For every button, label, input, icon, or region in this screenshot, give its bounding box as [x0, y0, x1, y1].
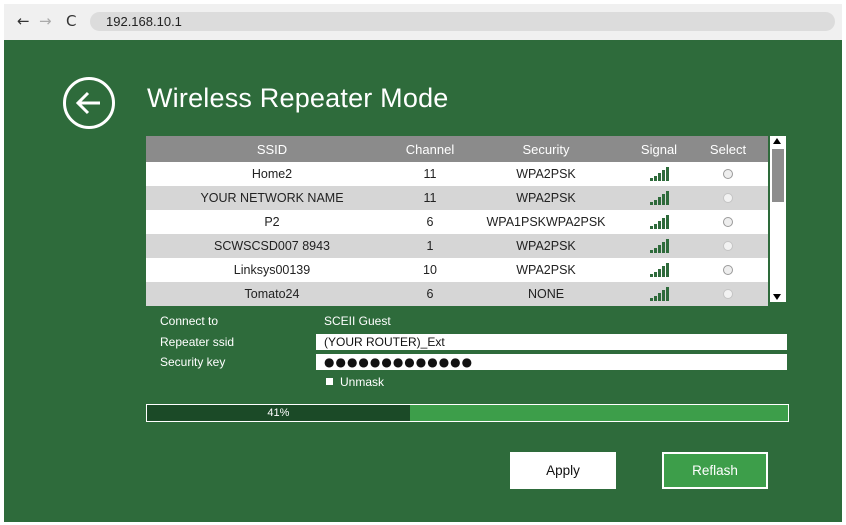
header-channel: Channel: [405, 141, 455, 157]
header-select: Select: [709, 141, 747, 157]
scroll-thumb[interactable]: [772, 149, 784, 202]
row-security: WPA2PSK: [516, 263, 576, 277]
table-scrollbar[interactable]: [770, 136, 786, 302]
signal-icon: [630, 258, 688, 282]
table-row[interactable]: Tomato24 6 NONE: [146, 282, 768, 306]
row-security: WPA2PSK: [516, 239, 576, 253]
progress-label: 41%: [267, 407, 290, 419]
row-channel: 10: [423, 263, 437, 277]
row-security: WPA2PSK: [516, 167, 576, 181]
table-row[interactable]: P2 6 WPA1PSKWPA2PSK: [146, 210, 768, 234]
row-security: WPA2PSK: [516, 191, 576, 205]
row-channel: 6: [426, 287, 434, 301]
row-ssid: YOUR NETWORK NAME: [200, 191, 344, 205]
url-text: 192.168.10.1: [106, 14, 182, 29]
signal-icon: [630, 210, 688, 234]
header-security: Security: [522, 141, 570, 157]
security-key-input[interactable]: ●●●●●●●●●●●●●: [316, 354, 787, 370]
row-ssid: P2: [264, 215, 280, 229]
reload-icon[interactable]: C: [66, 12, 76, 30]
forward-arrow-icon[interactable]: →: [39, 12, 52, 30]
signal-icon: [630, 282, 688, 306]
page-title: Wireless Repeater Mode: [147, 83, 449, 113]
circle-arrow-left-icon: [75, 91, 100, 115]
security-key-label: Security key: [160, 355, 226, 369]
browser-toolbar: ← → C 192.168.10.1: [4, 4, 842, 40]
select-radio[interactable]: [688, 234, 768, 258]
select-radio[interactable]: [688, 162, 768, 186]
scroll-up-icon[interactable]: [773, 138, 781, 144]
back-arrow-icon[interactable]: ←: [17, 12, 30, 30]
connect-to-label: Connect to: [160, 314, 219, 328]
signal-icon: [630, 186, 688, 210]
row-channel: 11: [423, 191, 437, 205]
table-row[interactable]: YOUR NETWORK NAME 11 WPA2PSK: [146, 186, 768, 210]
row-channel: 6: [426, 215, 434, 229]
row-security: NONE: [527, 287, 565, 301]
table-row[interactable]: Linksys00139 10 WPA2PSK: [146, 258, 768, 282]
header-ssid: SSID: [256, 141, 288, 157]
table-row[interactable]: Home2 11 WPA2PSK: [146, 162, 768, 186]
row-channel: 11: [423, 167, 437, 181]
repeater-ssid-label: Repeater ssid: [160, 335, 235, 349]
unmask-label: Unmask: [340, 375, 385, 389]
row-ssid: SCWSCSD007 8943: [213, 239, 331, 253]
main-panel: Wireless Repeater Mode SSID Channel Secu…: [4, 40, 842, 522]
row-ssid: Linksys00139: [233, 263, 311, 277]
connect-to-value: SCEII Guest: [324, 314, 391, 328]
back-button[interactable]: [63, 77, 115, 129]
select-radio[interactable]: [688, 282, 768, 306]
signal-icon: [630, 162, 688, 186]
select-radio[interactable]: [688, 186, 768, 210]
repeater-ssid-input[interactable]: (YOUR ROUTER)_Ext: [316, 334, 787, 350]
apply-button[interactable]: Apply: [510, 452, 616, 489]
scroll-down-icon[interactable]: [773, 294, 781, 300]
row-channel: 1: [426, 239, 434, 253]
select-radio[interactable]: [688, 210, 768, 234]
row-security: WPA1PSKWPA2PSK: [486, 215, 606, 229]
signal-icon: [630, 234, 688, 258]
unmask-checkbox[interactable]: [326, 378, 333, 385]
progress-bar: 41%: [146, 404, 789, 422]
row-ssid: Tomato24: [244, 287, 300, 301]
table-header: SSID Channel Security Signal Select: [146, 136, 768, 162]
reflash-button[interactable]: Reflash: [662, 452, 768, 489]
network-table: SSID Channel Security Signal Select Home…: [146, 136, 768, 306]
row-ssid: Home2: [251, 167, 293, 181]
select-radio[interactable]: [688, 258, 768, 282]
address-bar[interactable]: 192.168.10.1: [90, 12, 835, 31]
table-row[interactable]: SCWSCSD007 8943 1 WPA2PSK: [146, 234, 768, 258]
header-signal: Signal: [640, 141, 678, 157]
